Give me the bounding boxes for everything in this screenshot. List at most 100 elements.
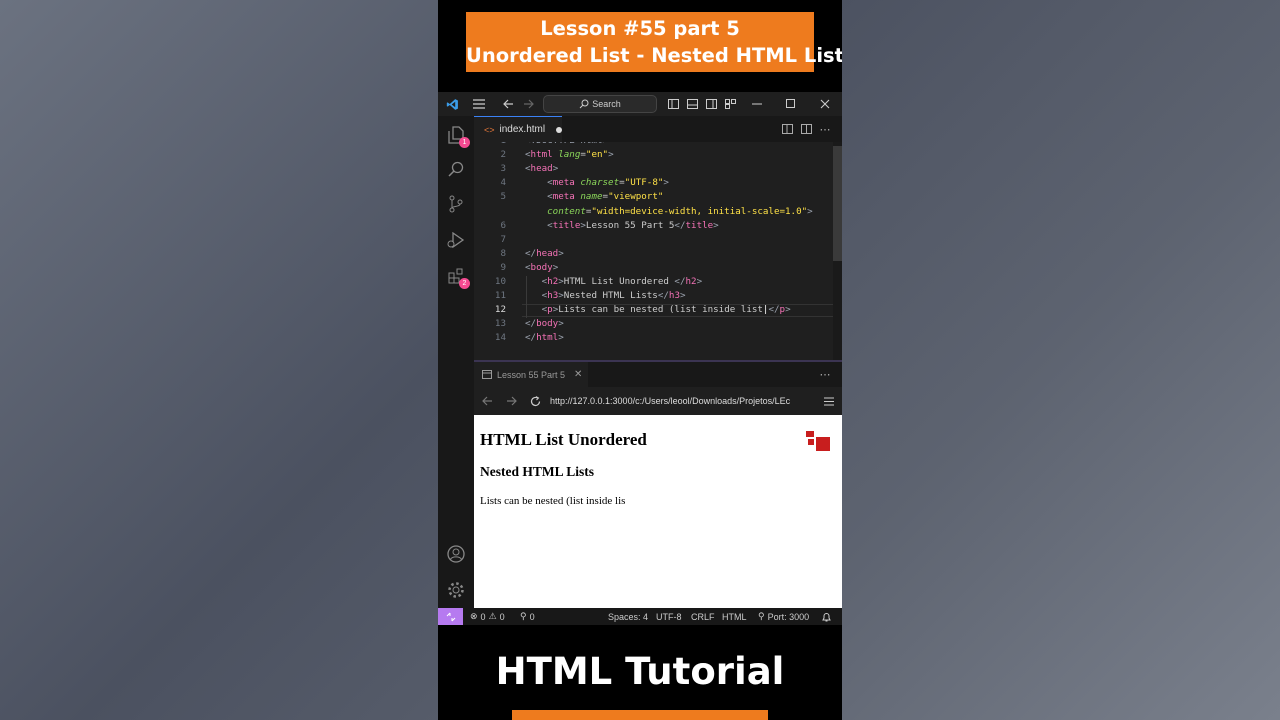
- vscode-logo-icon: [442, 92, 462, 116]
- eol-indicator[interactable]: CRLF: [691, 608, 715, 625]
- preview-back-icon[interactable]: [480, 387, 494, 415]
- toggle-secondary-sidebar-icon[interactable]: [704, 92, 718, 116]
- live-server-indicator[interactable]: ⚲ Port: 3000: [758, 608, 809, 625]
- line-number: 2: [500, 149, 506, 161]
- preview-more-icon[interactable]: ⋯: [818, 362, 832, 387]
- language-indicator[interactable]: HTML: [722, 608, 747, 625]
- preview-heading-h2: HTML List Unordered: [480, 430, 647, 449]
- close-tab-icon[interactable]: ✕: [574, 369, 582, 380]
- code-line[interactable]: <head>: [525, 163, 558, 174]
- search-icon[interactable]: [445, 158, 467, 180]
- editor-scrollbar[interactable]: [833, 142, 842, 360]
- line-number: 12: [494, 304, 506, 316]
- minimize-icon[interactable]: [750, 92, 764, 116]
- preview-icon: [482, 370, 492, 379]
- code-line[interactable]: </body>: [525, 318, 564, 329]
- extensions-icon[interactable]: 2: [445, 265, 470, 289]
- settings-gear-icon[interactable]: [445, 579, 467, 601]
- unsaved-dot-icon[interactable]: [556, 126, 562, 133]
- customize-layout-icon[interactable]: [723, 92, 737, 116]
- tab-preview[interactable]: Lesson 55 Part 5 ✕: [474, 362, 588, 387]
- broadcast-icon: ⚲: [758, 611, 765, 621]
- tutorial-title: HTML Tutorial: [495, 650, 785, 693]
- banner-line-2: Unordered List - Nested HTML Lists: [466, 44, 842, 67]
- toggle-sidebar-icon[interactable]: [666, 92, 680, 116]
- preview-tab-bar: Lesson 55 Part 5 ✕ ⋯: [474, 362, 842, 387]
- scrollbar-thumb[interactable]: [833, 146, 842, 261]
- status-bar: ⊗ 0 ⚠ 0 ⚲ 0 Spaces: 4 UTF-8 CRLF HTML ⚲ …: [438, 608, 842, 625]
- live-preview-logo-icon: [806, 431, 830, 451]
- run-debug-icon[interactable]: [445, 229, 467, 251]
- code-line[interactable]: <meta name="viewport": [525, 191, 663, 202]
- line-number: 7: [500, 233, 506, 245]
- line-number: 8: [500, 247, 506, 259]
- indentation-indicator[interactable]: Spaces: 4: [608, 608, 648, 625]
- banner-line-1: Lesson #55 part 5: [540, 17, 740, 40]
- video-frame: Lesson #55 part 5 Unordered List - Neste…: [438, 0, 842, 720]
- code-line[interactable]: <!DOCTYPE html>: [525, 142, 608, 146]
- code-line[interactable]: <h2>HTML List Unordered </h2>: [525, 276, 703, 287]
- toggle-panel-icon[interactable]: [685, 92, 699, 116]
- forward-arrow-icon[interactable]: [520, 92, 536, 116]
- code-line[interactable]: </head>: [525, 248, 564, 259]
- url-input[interactable]: http://127.0.0.1:3000/c:/Users/leool/Dow…: [550, 387, 816, 415]
- maximize-icon[interactable]: [784, 92, 798, 116]
- warning-count: 0: [499, 611, 505, 622]
- line-number: 14: [494, 332, 506, 344]
- explorer-icon[interactable]: 1: [445, 124, 470, 148]
- extensions-badge: 2: [459, 278, 470, 289]
- line-number: 5: [500, 191, 506, 203]
- code-line[interactable]: <title>Lesson 55 Part 5</title>: [525, 220, 719, 231]
- html-file-icon: <>: [484, 124, 495, 135]
- preview-paragraph: Lists can be nested (list inside lis: [480, 495, 626, 507]
- preview-url-bar: http://127.0.0.1:3000/c:/Users/leool/Dow…: [474, 387, 842, 415]
- activity-bar: 1 2: [438, 116, 474, 608]
- code-line[interactable]: <meta charset="UTF-8">: [525, 177, 669, 188]
- vscode-titlebar: Search: [438, 92, 842, 116]
- explorer-badge: 1: [459, 137, 470, 148]
- lesson-banner: Lesson #55 part 5 Unordered List - Neste…: [466, 12, 842, 72]
- source-control-icon[interactable]: [445, 193, 467, 215]
- close-window-icon[interactable]: [818, 92, 832, 116]
- line-number: 3: [500, 163, 506, 175]
- preview-tab-label: Lesson 55 Part 5: [497, 369, 566, 380]
- encoding-indicator[interactable]: UTF-8: [656, 608, 682, 625]
- preview-menu-icon[interactable]: [822, 387, 836, 415]
- line-number: 6: [500, 219, 506, 231]
- code-line[interactable]: <html lang="en">: [525, 149, 614, 160]
- open-preview-icon[interactable]: [780, 116, 794, 142]
- error-icon: ⊗: [470, 611, 478, 621]
- split-editor-icon[interactable]: [799, 116, 813, 142]
- notifications-bell-icon[interactable]: [822, 608, 831, 625]
- back-arrow-icon[interactable]: [500, 92, 516, 116]
- ports-count: 0: [529, 611, 535, 622]
- preview-forward-icon[interactable]: [504, 387, 518, 415]
- line-number: 11: [494, 290, 506, 302]
- problems-indicator[interactable]: ⊗ 0 ⚠ 0: [470, 608, 505, 625]
- code-line[interactable]: content="width=device-width, initial-sca…: [525, 206, 813, 217]
- code-line[interactable]: <p>Lists can be nested (list inside list…: [525, 304, 791, 315]
- line-number: 10: [494, 276, 506, 287]
- more-actions-icon[interactable]: ⋯: [818, 116, 832, 142]
- search-label: Search: [592, 99, 621, 109]
- error-count: 0: [480, 611, 486, 622]
- code-line[interactable]: <h3>Nested HTML Lists</h3>: [525, 290, 686, 301]
- code-line[interactable]: </html>: [525, 332, 564, 343]
- line-number: 4: [500, 177, 506, 189]
- tab-index-html[interactable]: <> index.html: [474, 116, 562, 142]
- code-line[interactable]: <body>: [525, 262, 558, 273]
- menu-icon[interactable]: [470, 92, 488, 116]
- search-icon: [579, 99, 589, 109]
- account-icon[interactable]: [445, 543, 467, 565]
- code-editor[interactable]: 1 <!DOCTYPE html> 2 <html lang="en"> 3 <head>…: [474, 142, 842, 360]
- reload-icon[interactable]: [528, 387, 542, 415]
- ports-indicator[interactable]: ⚲ 0: [520, 608, 535, 625]
- line-number: 1: [474, 142, 506, 146]
- port-label: Port: 3000: [767, 611, 810, 622]
- antenna-icon: ⚲: [520, 611, 527, 621]
- line-number: 13: [494, 318, 506, 330]
- tab-label: index.html: [499, 124, 546, 135]
- command-search-box[interactable]: Search: [543, 95, 657, 113]
- footer-accent-bar: [512, 710, 768, 720]
- remote-indicator-icon[interactable]: [438, 608, 463, 625]
